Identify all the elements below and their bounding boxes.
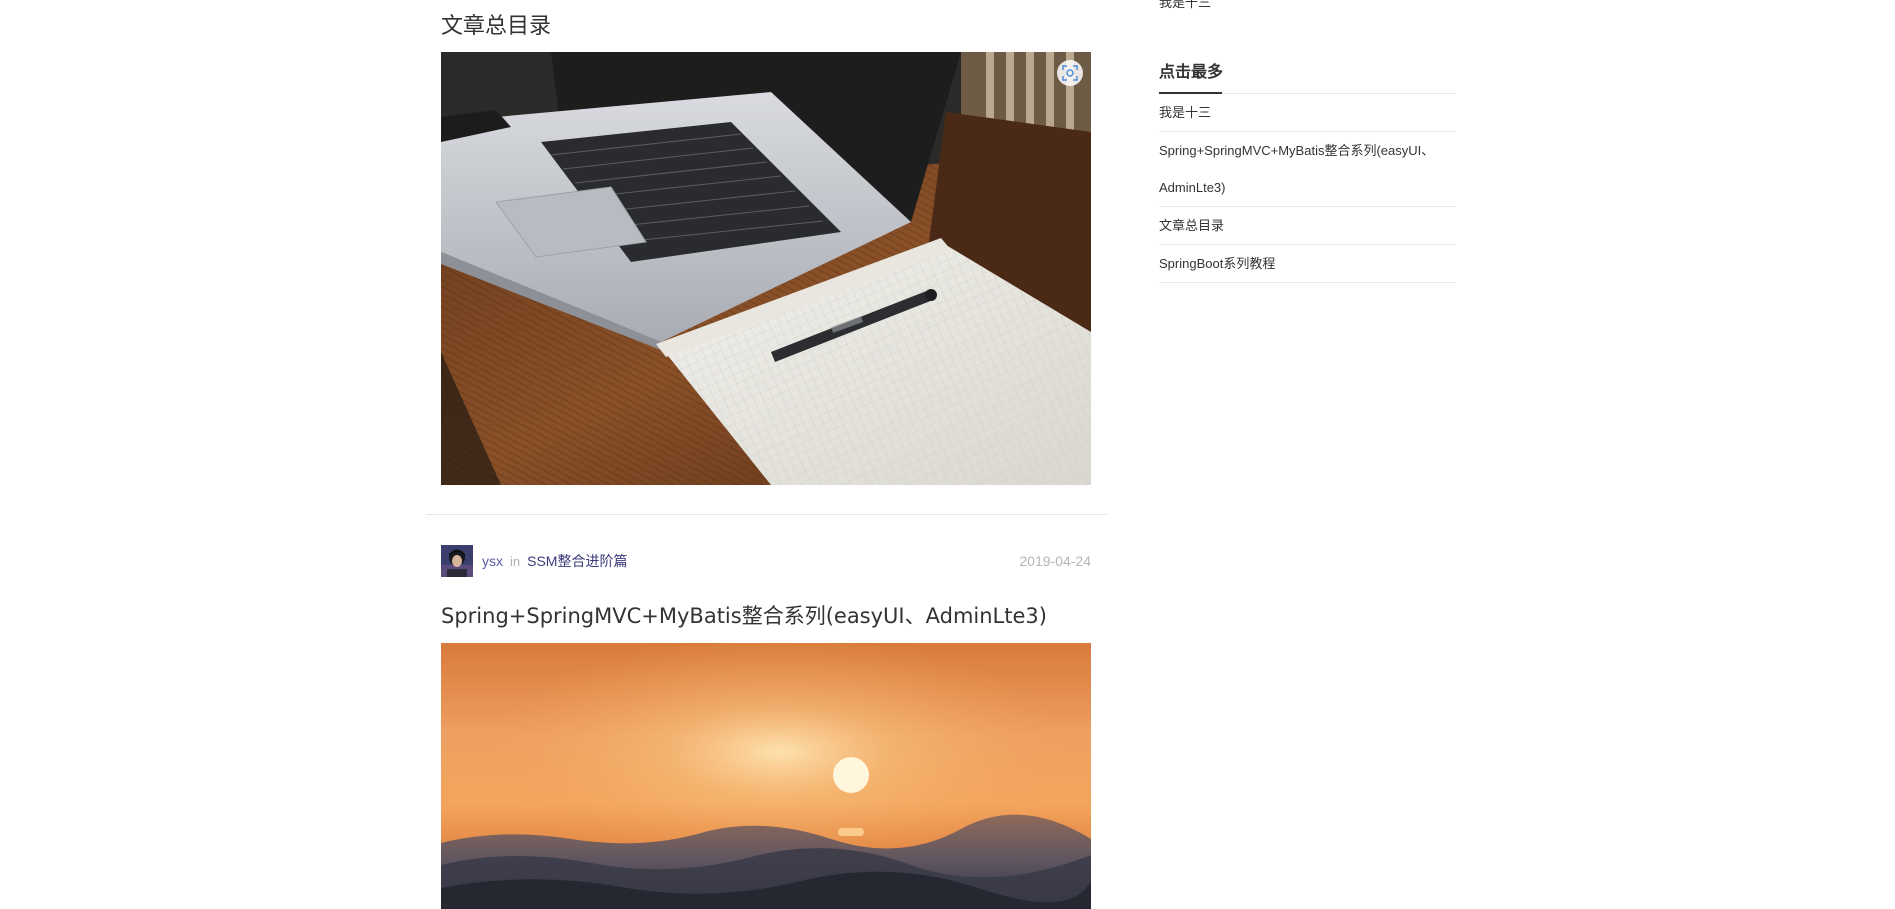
- post-date: 2019-04-24: [1019, 553, 1091, 569]
- post-cover-image[interactable]: [441, 643, 1091, 909]
- laptop-notebook-photo: [441, 52, 1091, 485]
- list-item[interactable]: Spring+SpringMVC+MyBatis整合系列(easyUI、Admi…: [1159, 132, 1456, 207]
- most-clicked-list: 我是十三 Spring+SpringMVC+MyBatis整合系列(easyUI…: [1159, 94, 1456, 283]
- list-item[interactable]: 文章总目录: [1159, 207, 1456, 245]
- post-meta: ysx in SSM整合进阶篇 2019-04-24: [441, 545, 1091, 577]
- list-item[interactable]: 我是十三: [1159, 94, 1456, 132]
- post-title[interactable]: Spring+SpringMVC+MyBatis整合系列(easyUI、Admi…: [441, 600, 1047, 630]
- widget-title: 点击最多: [1159, 64, 1224, 81]
- sidebar-prev-widget-item[interactable]: 我是十三: [1159, 0, 1211, 11]
- zoom-icon[interactable]: [1057, 60, 1083, 86]
- blog-page: 文章总目录 ysx in SSM整合进阶篇 2019-04-24 Spring+…: [0, 0, 1895, 909]
- sunset-sea-photo: [441, 643, 1091, 909]
- post-title[interactable]: 文章总目录: [441, 8, 551, 40]
- avatar[interactable]: [441, 545, 473, 577]
- category-link[interactable]: SSM整合进阶篇: [527, 551, 627, 571]
- list-item[interactable]: SpringBoot系列教程: [1159, 245, 1456, 283]
- post-divider: [426, 514, 1107, 515]
- author-link[interactable]: ysx: [482, 553, 503, 569]
- in-label: in: [510, 553, 521, 569]
- post-cover-image[interactable]: [441, 52, 1091, 485]
